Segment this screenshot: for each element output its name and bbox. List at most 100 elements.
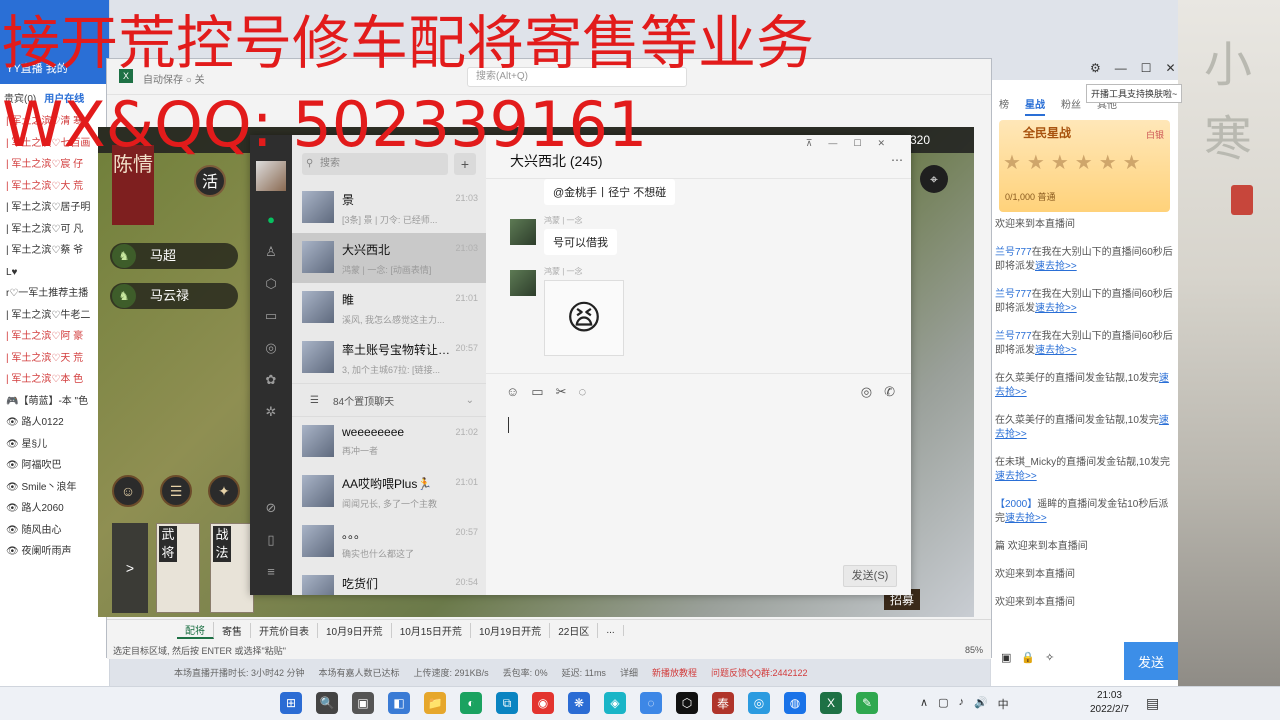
- sheet-tab[interactable]: 10月19日开荒: [471, 622, 551, 638]
- tray-icon[interactable]: 🔊: [974, 696, 988, 712]
- contacts-icon[interactable]: ♙: [262, 243, 280, 261]
- message-bubble[interactable]: 号可以借我: [544, 229, 617, 255]
- star-battle-card[interactable]: 全民星战 白银 ★★★★★★ 0/1,000 普通: [999, 120, 1170, 212]
- tab-online-users[interactable]: 用户在线: [44, 90, 84, 105]
- taskbar-app-icon[interactable]: ⧉: [496, 692, 518, 714]
- tab-rank[interactable]: 榜: [999, 96, 1009, 116]
- gift-icon[interactable]: ✧: [1045, 651, 1054, 664]
- taskbar-app-icon[interactable]: ◌: [640, 692, 662, 714]
- general-icon[interactable]: ☺: [112, 475, 144, 507]
- taskbar-app-icon[interactable]: ✎: [856, 692, 878, 714]
- settings-icon[interactable]: ⚙: [1090, 61, 1101, 75]
- taskbar-app-icon[interactable]: ◍: [784, 692, 806, 714]
- stream-stat[interactable]: 详细: [620, 666, 638, 679]
- stream-link[interactable]: 问题反馈QQ群:2442122: [711, 666, 808, 679]
- chat-list-item[interactable]: 。。。 确实也什么都这了 20:57: [292, 517, 486, 567]
- chat-list-item[interactable]: 率土账号宝物转让交... 3, 加个主城67拉: [链接... 20:57: [292, 333, 486, 383]
- grab-link[interactable]: 速去抢>>: [995, 471, 1037, 482]
- user-list-item[interactable]: | 军土之滨♡阿 豪: [0, 326, 109, 348]
- send-button[interactable]: 发送(S): [843, 565, 897, 587]
- live-icon[interactable]: ◎: [861, 384, 872, 400]
- add-button[interactable]: +: [454, 153, 476, 175]
- map-pin-icon[interactable]: ⌖: [920, 165, 948, 193]
- generals-card[interactable]: 武将: [156, 523, 200, 613]
- chat-search-input[interactable]: ⚲ 搜索: [302, 153, 448, 175]
- chat-bubble-icon[interactable]: ◌: [578, 384, 586, 399]
- taskbar-app-icon[interactable]: 📁: [424, 692, 446, 714]
- sheet-tab[interactable]: ...: [598, 624, 624, 636]
- tactics-card[interactable]: 战法: [210, 523, 254, 613]
- taskbar-app-icon[interactable]: X: [820, 692, 842, 714]
- user-list-item[interactable]: 👁 夜阑听雨声: [0, 541, 109, 563]
- close-icon[interactable]: ✕: [1166, 61, 1176, 75]
- message-input[interactable]: 发送(S): [486, 409, 911, 595]
- avatar[interactable]: [510, 270, 536, 296]
- user-list-item[interactable]: | 军土之滨♡大 荒: [0, 176, 109, 198]
- user-list-item[interactable]: | 军土之滨♡居子明: [0, 197, 109, 219]
- taskbar-app-icon[interactable]: 奉: [712, 692, 734, 714]
- tab-star-battle[interactable]: 星战: [1025, 96, 1045, 116]
- notification-icon[interactable]: ▤: [1146, 695, 1159, 712]
- sheet-tab[interactable]: 配将: [177, 621, 214, 639]
- user-list-item[interactable]: 🎮【萌蓝】-本 "色: [0, 391, 109, 413]
- user-list-item[interactable]: | 军土之滨♡清 寒: [0, 111, 109, 133]
- user-list-item[interactable]: | 军土之滨♡七百画: [0, 133, 109, 155]
- scissors-icon[interactable]: ✂: [556, 384, 567, 400]
- user-list-item[interactable]: | 军土之滨♡宸 仔: [0, 154, 109, 176]
- grab-link[interactable]: 速去抢>>: [1005, 513, 1047, 524]
- more-icon[interactable]: ⋯: [891, 153, 903, 167]
- call-icon[interactable]: ✆: [884, 384, 895, 400]
- grab-link[interactable]: 速去抢>>: [1035, 261, 1077, 272]
- folder-icon[interactable]: ▭: [531, 384, 543, 400]
- tab-fans[interactable]: 粉丝: [1061, 96, 1081, 116]
- room-send-button[interactable]: 发送: [1124, 642, 1178, 680]
- user-list-item[interactable]: r♡一军土推荐主播: [0, 283, 109, 305]
- user-list-item[interactable]: L♥: [0, 262, 109, 284]
- chat-list-item[interactable]: AA哎哟喂Plus🏃 闻闻兄长, 多了一个主教 21:01: [292, 467, 486, 517]
- window-controls[interactable]: ⊼—☐✕: [806, 138, 901, 149]
- chat-list-item[interactable]: 大兴西北 鸿蒙 | 一念: [动画表情] 21:03: [292, 233, 486, 283]
- user-list-item[interactable]: 👁 阿福吹巴: [0, 455, 109, 477]
- user-list-item[interactable]: | 军土之滨♡牛老二: [0, 305, 109, 327]
- scroll-icon[interactable]: ☰: [160, 475, 192, 507]
- message-bubble[interactable]: @金桃手丨径宁 不想碰: [544, 179, 676, 205]
- grab-link[interactable]: 速去抢>>: [1035, 303, 1077, 314]
- stream-link[interactable]: 新播放教程: [652, 666, 697, 679]
- taskbar-app-icon[interactable]: ❋: [568, 692, 590, 714]
- user-list-item[interactable]: | 军土之滨♡蔡 爷: [0, 240, 109, 262]
- miniprogram-icon[interactable]: ✲: [262, 403, 280, 421]
- avatar[interactable]: [256, 161, 286, 191]
- chat-icon[interactable]: ●: [262, 211, 280, 229]
- tray-icon[interactable]: ▢: [938, 696, 948, 712]
- taskbar-app-icon[interactable]: ◉: [532, 692, 554, 714]
- sheet-tab[interactable]: 22日区: [550, 622, 599, 638]
- user-list-item[interactable]: 👁 随风由心: [0, 520, 109, 542]
- maximize-icon[interactable]: ☐: [1141, 61, 1152, 75]
- hero-ma-chao[interactable]: ♞ 马超: [110, 243, 238, 269]
- channels-icon[interactable]: ✿: [262, 371, 280, 389]
- grab-link[interactable]: 速去抢>>: [1035, 345, 1077, 356]
- autosave-label[interactable]: 自动保存 ○ 关: [143, 71, 205, 86]
- user-list-item[interactable]: 👁 Smile丶浪年: [0, 477, 109, 499]
- user-list-item[interactable]: 👁 路人0122: [0, 412, 109, 434]
- moments-icon[interactable]: ◎: [262, 339, 280, 357]
- taskbar-app-icon[interactable]: ◎: [748, 692, 770, 714]
- tab-vip[interactable]: 贵宾(0): [4, 90, 36, 105]
- sheet-tab[interactable]: 10月9日开荒: [318, 622, 392, 638]
- taskbar-app-icon[interactable]: ⊞: [280, 692, 302, 714]
- phone-icon[interactable]: ▯: [262, 531, 280, 549]
- sheet-tab[interactable]: 寄售: [214, 622, 251, 638]
- clock[interactable]: 21:03 2022/2/7: [1090, 689, 1129, 717]
- hero-ma-yunlu[interactable]: ♞ 马云禄: [110, 283, 238, 309]
- link-icon[interactable]: ⊘: [262, 499, 280, 517]
- taskbar-app-icon[interactable]: ◐: [460, 692, 482, 714]
- taskbar-app-icon[interactable]: ◧: [388, 692, 410, 714]
- chat-list-item[interactable]: 吃货们 20:54: [292, 567, 486, 595]
- tray-icon[interactable]: ∧: [920, 696, 928, 712]
- user-list-item[interactable]: 👁 星§儿: [0, 434, 109, 456]
- avatar[interactable]: [510, 219, 536, 245]
- minimize-icon[interactable]: —: [1115, 61, 1127, 75]
- tray-icon[interactable]: 中: [998, 696, 1009, 712]
- image-icon[interactable]: ▣: [1001, 651, 1011, 664]
- sheet-tab[interactable]: 10月15日开荒: [392, 622, 471, 638]
